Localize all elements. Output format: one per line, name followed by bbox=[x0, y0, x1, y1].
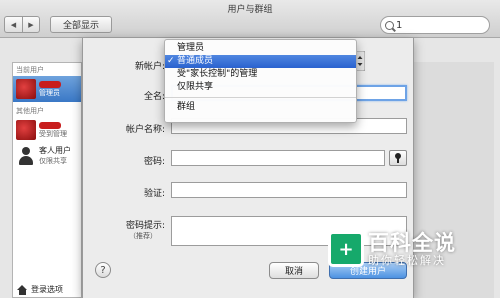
window-toolbar: 用户与群组 ◀ ▶ 全部显示 1 bbox=[0, 0, 500, 38]
house-icon bbox=[17, 284, 28, 295]
menu-item-sharing-only[interactable]: 仅限共享 bbox=[165, 81, 356, 94]
user-role: 管理员 bbox=[39, 88, 60, 97]
search-input[interactable]: 1 bbox=[380, 16, 490, 34]
key-icon bbox=[395, 153, 401, 163]
verify-field[interactable] bbox=[171, 182, 407, 198]
password-field[interactable] bbox=[171, 150, 385, 166]
user-item-current[interactable]: 管理员 bbox=[13, 76, 81, 102]
password-label: 密码: bbox=[143, 157, 165, 167]
password-assistant-button[interactable] bbox=[389, 150, 407, 166]
watermark: + 百科全说 助你轻松解决 bbox=[328, 224, 500, 274]
redacted-name bbox=[39, 80, 61, 88]
guest-user-icon bbox=[16, 146, 36, 166]
new-account-label: 新帐户: bbox=[134, 62, 165, 72]
menu-separator bbox=[165, 97, 356, 98]
redacted-name bbox=[39, 121, 61, 129]
menu-item-label: 普通成员 bbox=[177, 56, 214, 66]
menu-item-admin[interactable]: 管理员 bbox=[165, 42, 356, 55]
account-name-label: 帐户名称: bbox=[125, 125, 165, 135]
back-button[interactable]: ◀ bbox=[4, 16, 22, 33]
menu-item-standard[interactable]: ✓ 普通成员 bbox=[165, 55, 356, 68]
menu-item-group[interactable]: 群组 bbox=[165, 101, 356, 114]
chevron-right-icon: ▶ bbox=[28, 20, 34, 29]
other-users-header: 其他用户 bbox=[16, 107, 44, 115]
show-all-button[interactable]: 全部显示 bbox=[50, 16, 112, 33]
user-list-sidebar: 当前用户 管理员 其他用户 受到管理 客人用户 仅限共享 登录选项 bbox=[12, 62, 82, 298]
help-button[interactable]: ? bbox=[95, 262, 111, 278]
user-item-managed[interactable]: 受到管理 bbox=[13, 117, 81, 143]
login-options-label: 登录选项 bbox=[31, 285, 63, 294]
watermark-subtitle: 助你轻松解决 bbox=[368, 253, 446, 267]
cancel-button[interactable]: 取消 bbox=[269, 262, 319, 279]
forward-button[interactable]: ▶ bbox=[22, 16, 40, 33]
verify-label: 验证: bbox=[143, 189, 165, 199]
search-icon bbox=[385, 20, 394, 30]
hint-recommended: （推荐） bbox=[129, 232, 157, 240]
watermark-title: 百科全说 bbox=[368, 230, 456, 255]
avatar bbox=[16, 79, 36, 99]
user-item-guest[interactable]: 客人用户 仅限共享 bbox=[13, 143, 81, 169]
account-type-menu: 管理员 ✓ 普通成员 受"家长控制"的管理 仅限共享 群组 bbox=[164, 39, 357, 123]
avatar bbox=[16, 120, 36, 140]
user-name: 客人用户 bbox=[39, 146, 71, 155]
current-users-header: 当前用户 bbox=[16, 66, 44, 74]
full-name-label: 全名: bbox=[143, 92, 165, 102]
menu-item-parental-controls[interactable]: 受"家长控制"的管理 bbox=[165, 68, 356, 81]
user-role: 受到管理 bbox=[39, 129, 67, 138]
checkmark-icon: ✓ bbox=[167, 56, 175, 66]
search-value: 1 bbox=[396, 19, 403, 31]
user-role: 仅限共享 bbox=[39, 157, 67, 165]
watermark-logo: + bbox=[328, 231, 364, 267]
window-title: 用户与群组 bbox=[227, 5, 273, 15]
login-options-item[interactable]: 登录选项 bbox=[17, 284, 63, 295]
chevron-left-icon: ◀ bbox=[10, 20, 17, 29]
hint-label: 密码提示: bbox=[125, 221, 165, 231]
